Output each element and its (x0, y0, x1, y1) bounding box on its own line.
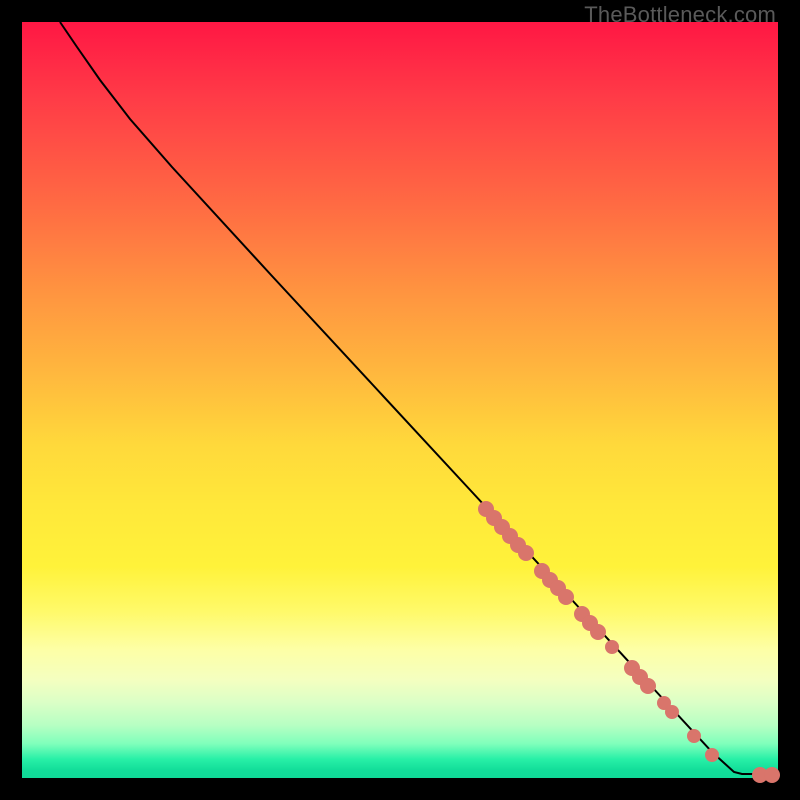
bottleneck-curve (60, 22, 778, 774)
data-points-group (478, 501, 780, 783)
chart-svg (22, 22, 778, 778)
data-point (687, 729, 701, 743)
data-point (590, 624, 606, 640)
data-point (605, 640, 619, 654)
data-point (665, 705, 679, 719)
data-point (764, 767, 780, 783)
data-point (640, 678, 656, 694)
data-point (518, 545, 534, 561)
data-point (558, 589, 574, 605)
data-point (705, 748, 719, 762)
